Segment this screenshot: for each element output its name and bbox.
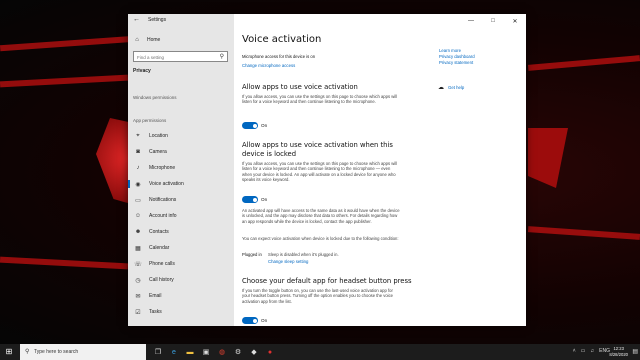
group-label-app-permissions: App permissions [133, 118, 167, 123]
section1-heading: Allow apps to use voice activation [242, 83, 358, 91]
sidebar-item-calendar[interactable]: ▦ Calendar [128, 242, 234, 254]
camera-icon: ◙ [136, 149, 140, 155]
sidebar-item-phone-calls[interactable]: ☏ Phone calls [128, 258, 234, 270]
contacts-icon: ☻ [134, 229, 142, 235]
email-icon: ✉ [135, 293, 141, 300]
tasks-icon: ☑ [135, 309, 141, 316]
voice-activation-toggle[interactable] [242, 122, 258, 129]
sidebar-item-label: Calendar [149, 245, 170, 251]
get-help-row[interactable]: ☁ Get help [438, 84, 464, 91]
edge-browser-icon[interactable]: e [166, 344, 182, 360]
store-icon[interactable]: ▣ [198, 344, 214, 360]
window-title: Settings [148, 17, 167, 23]
plugged-in-label: Plugged in [242, 252, 262, 257]
sidebar-item-account-info[interactable]: ☺ Account info [128, 210, 234, 222]
notifications-icon: ▭ [135, 197, 141, 204]
search-icon: ⚲ [25, 349, 30, 355]
windows-start-icon[interactable]: ⊞ [4, 347, 14, 357]
page-title: Voice activation [242, 34, 322, 45]
section2-description: If you allow access, you can use the set… [242, 161, 398, 183]
microphone-icon: ♪ [136, 165, 140, 171]
sidebar-item-label: Voice activation [149, 181, 184, 187]
section3-description: If you turn the toggle button on, you ca… [242, 288, 394, 304]
change-mic-access-link[interactable]: Change microphone access [242, 63, 295, 68]
section1-toggle-label: On [261, 123, 268, 128]
section3-toggle-label: On [261, 318, 268, 323]
sidebar-item-contacts[interactable]: ☻ Contacts [128, 226, 234, 238]
section2-toggle-label: On [261, 197, 268, 202]
taskbar-apps: ❐ e ▬ ▣ ◍ ⚙ ◆ ● [150, 344, 278, 360]
sidebar-item-label: Account info [149, 213, 177, 219]
record-app-icon[interactable]: ● [262, 344, 278, 360]
home-nav[interactable]: ⌂ Home [133, 36, 160, 44]
system-tray: ˄ ▭ ♫ ENG [573, 348, 610, 354]
sidebar-item-notifications[interactable]: ▭ Notifications [128, 194, 234, 206]
sidebar-item-location[interactable]: ⌖ Location [128, 130, 234, 142]
sidebar-item-label: Contacts [149, 229, 169, 235]
help-chat-icon: ☁ [438, 85, 444, 91]
section1-description: If you allow access, you can use the set… [242, 94, 398, 105]
phone-calls-icon: ☏ [134, 261, 142, 268]
clock-date: 8/28/2020 [609, 352, 628, 357]
sidebar-item-microphone[interactable]: ♪ Microphone [128, 162, 234, 174]
sidebar-item-label: Phone calls [149, 261, 175, 267]
search-input[interactable] [137, 53, 215, 61]
settings-gear-icon[interactable]: ⚙ [230, 344, 246, 360]
network-icon[interactable]: ▭ [581, 348, 586, 354]
sidebar-item-tasks[interactable]: ☑ Tasks [128, 306, 234, 318]
related-links: Learn more Privacy dashboard Privacy sta… [439, 48, 475, 67]
expect-condition-text: You can expect voice activation when dev… [242, 236, 399, 241]
notification-icon[interactable]: ▤ [632, 348, 638, 355]
taskbar-search-text: Type here to search [34, 349, 79, 355]
plugged-in-value: Sleep is disabled when it's plugged in. [268, 252, 339, 257]
change-sleep-setting-link[interactable]: Change sleep setting [268, 259, 308, 264]
settings-window: ⌂ Home ⚲ Privacy Windows permissions App… [128, 14, 526, 326]
sidebar-item-email[interactable]: ✉ Email [128, 290, 234, 302]
locked-data-note: An activated app will have access to the… [242, 208, 400, 224]
privacy-statement-link[interactable]: Privacy statement [439, 60, 475, 66]
task-view-icon[interactable]: ❐ [150, 344, 166, 360]
sidebar-item-voice-activation[interactable]: ◉ Voice activation [128, 178, 234, 190]
sidebar: ⌂ Home ⚲ Privacy Windows permissions App… [128, 14, 234, 326]
sidebar-item-camera[interactable]: ◙ Camera [128, 146, 234, 158]
search-icon[interactable]: ⚲ [220, 53, 224, 60]
locked-voice-activation-toggle[interactable] [242, 196, 258, 203]
section-title: Privacy [133, 68, 151, 74]
calendar-icon: ▦ [135, 245, 141, 252]
home-icon: ⌂ [135, 37, 139, 43]
chrome-icon[interactable]: ◍ [214, 344, 230, 360]
taskbar: ⊞ ⚲ Type here to search ❐ e ▬ ▣ ◍ ⚙ ◆ ● … [0, 344, 640, 360]
file-explorer-icon[interactable]: ▬ [182, 344, 198, 360]
taskbar-search[interactable]: ⚲ Type here to search [20, 344, 146, 360]
language-indicator[interactable]: ENG [599, 348, 610, 354]
account-info-icon: ☺ [134, 213, 142, 219]
back-arrow-icon[interactable]: ← [133, 16, 140, 23]
sidebar-item-label: Email [149, 293, 162, 299]
sidebar-item-label: Microphone [149, 165, 176, 171]
section3-heading: Choose your default app for headset butt… [242, 277, 412, 285]
sidebar-item-label: Location [149, 133, 168, 139]
clock[interactable]: 12:23 8/28/2020 [609, 346, 628, 358]
sidebar-item-call-history[interactable]: ◷ Call history [128, 274, 234, 286]
main-content: Voice activation Microphone access for t… [234, 14, 526, 326]
get-help-link[interactable]: Get help [448, 85, 464, 90]
sidebar-item-label: Notifications [149, 197, 177, 203]
mic-access-status: Microphone access for this device is on [242, 54, 316, 59]
search-box[interactable]: ⚲ [133, 51, 228, 62]
sidebar-item-label: Camera [149, 149, 167, 155]
voice-activation-icon: ◉ [135, 181, 141, 188]
sidebar-item-label: Call history [149, 277, 174, 283]
wallpaper-emblem [528, 128, 568, 188]
location-icon: ⌖ [136, 132, 140, 139]
call-history-icon: ◷ [135, 277, 141, 284]
section2-heading: Allow apps to use voice activation when … [242, 141, 393, 158]
group-label-windows-permissions: Windows permissions [133, 95, 177, 100]
home-label: Home [147, 37, 161, 43]
volume-icon[interactable]: ♫ [590, 348, 594, 354]
sidebar-item-label: Tasks [149, 309, 162, 315]
chevron-up-icon[interactable]: ˄ [573, 348, 576, 354]
media-app-icon[interactable]: ◆ [246, 344, 262, 360]
headset-button-toggle[interactable] [242, 317, 258, 324]
